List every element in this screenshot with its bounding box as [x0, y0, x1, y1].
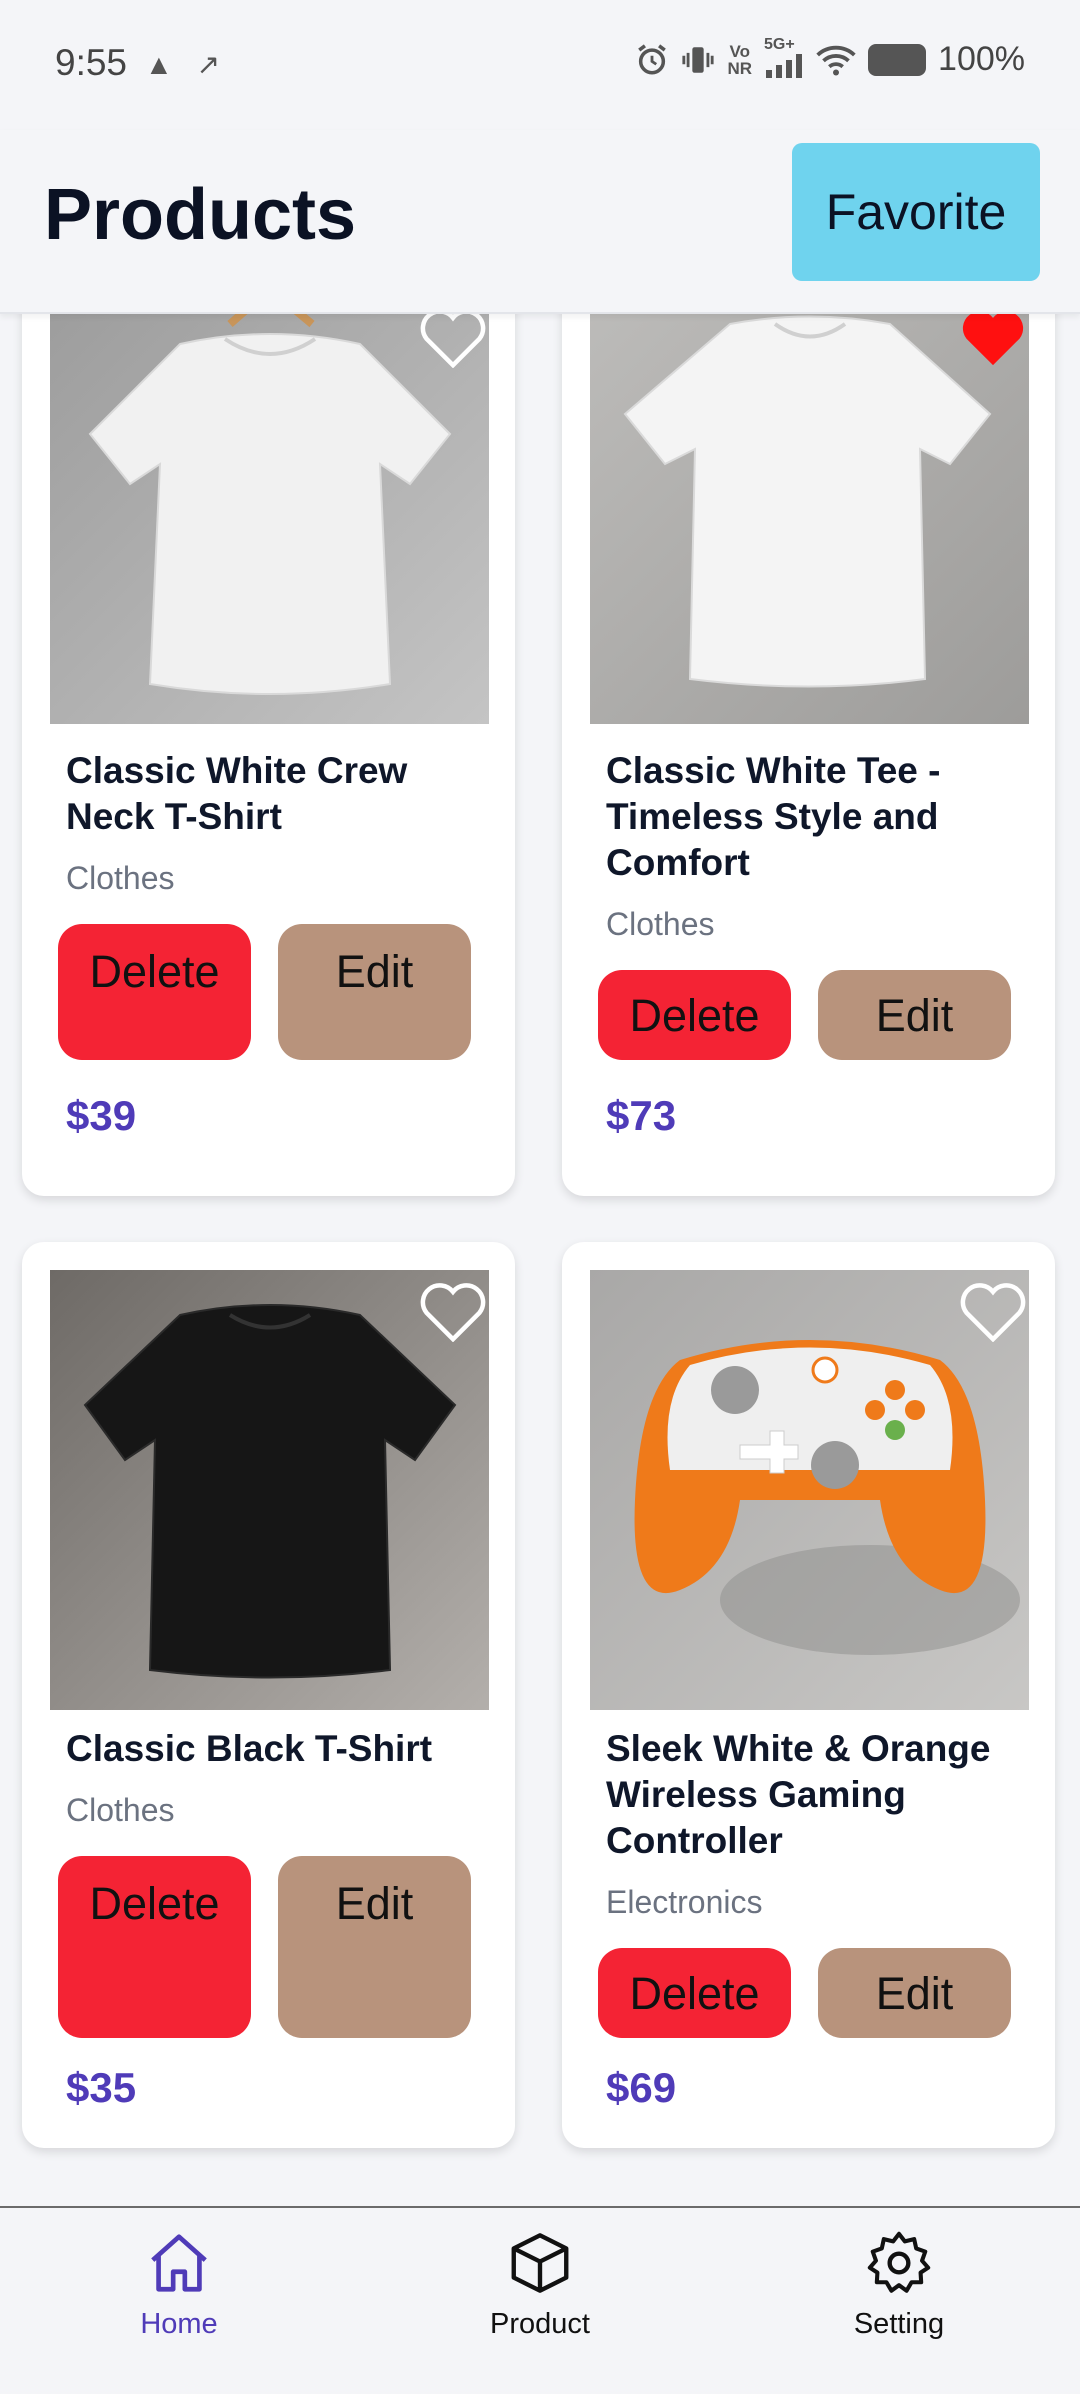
product-card[interactable]: Sleek White & Orange Wireless Gaming Con…	[562, 1242, 1055, 2148]
nav-item-product[interactable]: Product	[440, 2228, 640, 2341]
product-name: Classic Black T-Shirt	[66, 1728, 433, 1769]
product-category: Clothes	[606, 906, 715, 942]
product-card[interactable]: Classic Black T-Shirt Clothes Delete Edi…	[22, 1242, 515, 2148]
edit-button[interactable]: Edit	[818, 1948, 1011, 2038]
heart-outline-icon[interactable]	[419, 1280, 487, 1342]
volte-indicator: Vo NR	[727, 41, 753, 78]
heart-outline-icon[interactable]	[959, 1280, 1027, 1342]
product-grid[interactable]: Classic White Crew Neck T-Shirt Clothes …	[0, 314, 1080, 2204]
product-category: Electronics	[606, 1884, 763, 1920]
product-image-white-tshirt-hanger[interactable]	[50, 314, 489, 724]
product-price: $69	[606, 2064, 677, 2111]
battery-icon	[868, 43, 927, 76]
gear-icon	[867, 2231, 931, 2293]
nav-item-home[interactable]: Home	[79, 2228, 279, 2341]
delete-button[interactable]: Delete	[598, 1948, 791, 2038]
nav-label-product: Product	[490, 2308, 590, 2340]
delete-button[interactable]: Delete	[58, 1856, 251, 2038]
nav-item-setting[interactable]: Setting	[799, 2228, 999, 2341]
cell-signal-icon: 5G+	[764, 36, 804, 78]
notification-icons: ▲ ↗	[145, 49, 228, 80]
product-name: Classic White Tee - Timeless Style and C…	[606, 750, 941, 883]
alarm-icon	[638, 43, 667, 75]
product-category: Clothes	[66, 1792, 175, 1828]
cube-icon	[511, 2233, 569, 2293]
favorite-button[interactable]: Favorite	[792, 143, 1040, 281]
app-header: Products Favorite	[0, 130, 1080, 314]
product-image-white-tshirt-flat[interactable]	[590, 314, 1029, 724]
battery-percent: 100%	[938, 40, 1025, 78]
heart-filled-icon[interactable]	[959, 314, 1027, 368]
home-icon	[151, 2234, 207, 2292]
status-bar: 9:55 ▲ ↗ Vo NR 5G+ 100%	[0, 0, 1080, 130]
heart-outline-icon[interactable]	[419, 314, 487, 368]
status-right: Vo NR 5G+ 100%	[635, 36, 1025, 79]
edit-button[interactable]: Edit	[278, 1856, 471, 2038]
product-category: Clothes	[66, 860, 175, 896]
status-time: 9:55	[55, 42, 128, 83]
page-title: Products	[44, 175, 357, 255]
edit-button[interactable]: Edit	[818, 970, 1011, 1060]
product-card[interactable]: Classic White Crew Neck T-Shirt Clothes …	[22, 314, 515, 1196]
product-name: Sleek White & Orange Wireless Gaming Con…	[606, 1728, 991, 1861]
delete-button[interactable]: Delete	[598, 970, 791, 1060]
product-price: $39	[66, 1092, 137, 1139]
edit-button[interactable]: Edit	[278, 924, 471, 1060]
vibrate-icon	[682, 46, 715, 73]
nav-label-setting: Setting	[853, 2308, 945, 2340]
product-price: $35	[66, 2064, 137, 2111]
product-card[interactable]: Classic White Tee - Timeless Style and C…	[562, 314, 1055, 1196]
delete-button[interactable]: Delete	[58, 924, 251, 1060]
wifi-icon	[816, 45, 856, 75]
bottom-navigation: Home Product Setting	[0, 2206, 1080, 2394]
product-price: $73	[606, 1092, 677, 1139]
nav-label-home: Home	[140, 2308, 218, 2340]
product-name: Classic White Crew Neck T-Shirt	[66, 750, 408, 837]
